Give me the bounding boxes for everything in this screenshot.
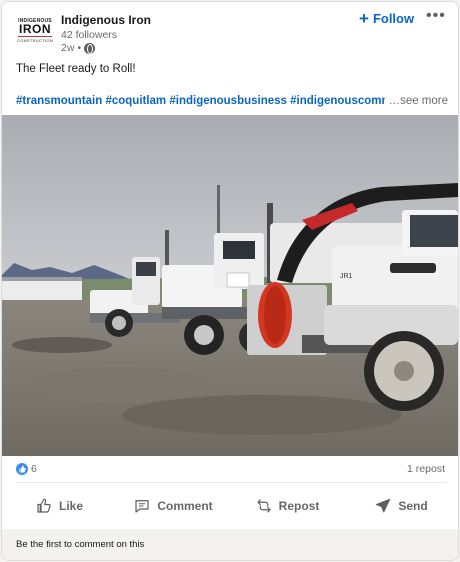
follow-button[interactable]: + Follow xyxy=(359,8,415,28)
post-card: INDIGENOUS IRON CONSTRUCTION Indigenous … xyxy=(1,1,459,561)
logo-line3: CONSTRUCTION xyxy=(17,37,53,43)
like-button[interactable]: Like xyxy=(2,488,116,524)
globe-icon xyxy=(84,42,96,54)
plus-icon: + xyxy=(359,8,369,28)
follow-label: Follow xyxy=(372,11,415,26)
repost-label: Repost xyxy=(278,499,320,513)
follower-count: 42 followers xyxy=(61,29,118,41)
more-options-icon[interactable]: ••• xyxy=(426,7,446,25)
post-text: The Fleet ready to Roll! xyxy=(16,63,136,75)
repost-icon xyxy=(257,499,271,513)
reaction-count: 6 xyxy=(31,463,37,475)
post-image[interactable]: JR1 xyxy=(2,115,458,456)
meta-separator: • xyxy=(77,42,82,54)
company-logo[interactable]: INDIGENOUS IRON CONSTRUCTION xyxy=(16,14,54,46)
post-meta: 2w • xyxy=(61,42,96,54)
post-hashtags: #transmountain #coquitlam #indigenousbus… xyxy=(16,95,448,111)
reaction-summary[interactable]: 6 xyxy=(16,463,37,475)
like-reaction-icon xyxy=(16,463,28,475)
see-more-link[interactable]: …see more xyxy=(384,95,448,107)
comment-label: Comment xyxy=(157,499,213,513)
truck-label: JR1 xyxy=(340,273,353,280)
thumbs-up-icon xyxy=(37,498,51,513)
comments-section: Be the first to comment on this xyxy=(2,529,458,560)
logo-line2: IRON xyxy=(19,21,51,36)
trucks-photo: JR1 xyxy=(2,115,458,456)
actions-divider xyxy=(16,482,446,483)
like-label: Like xyxy=(58,499,83,513)
author-name[interactable]: Indigenous Iron xyxy=(61,13,151,27)
send-label: Send xyxy=(398,499,428,513)
logo-divider xyxy=(18,35,52,37)
repost-count[interactable]: 1 repost xyxy=(407,463,445,475)
comment-icon xyxy=(135,500,149,513)
post-header: INDIGENOUS IRON CONSTRUCTION Indigenous … xyxy=(2,2,458,60)
action-bar: Like Comment Repost Send xyxy=(2,488,458,524)
send-icon xyxy=(376,498,391,513)
hashtag-links[interactable]: #transmountain #coquitlam #indigenousbus… xyxy=(16,95,419,107)
send-button[interactable]: Send xyxy=(344,488,458,524)
post-time: 2w xyxy=(61,42,75,54)
comments-prompt: Be the first to comment on this xyxy=(16,539,145,550)
repost-button[interactable]: Repost xyxy=(230,488,344,524)
comment-button[interactable]: Comment xyxy=(116,488,230,524)
